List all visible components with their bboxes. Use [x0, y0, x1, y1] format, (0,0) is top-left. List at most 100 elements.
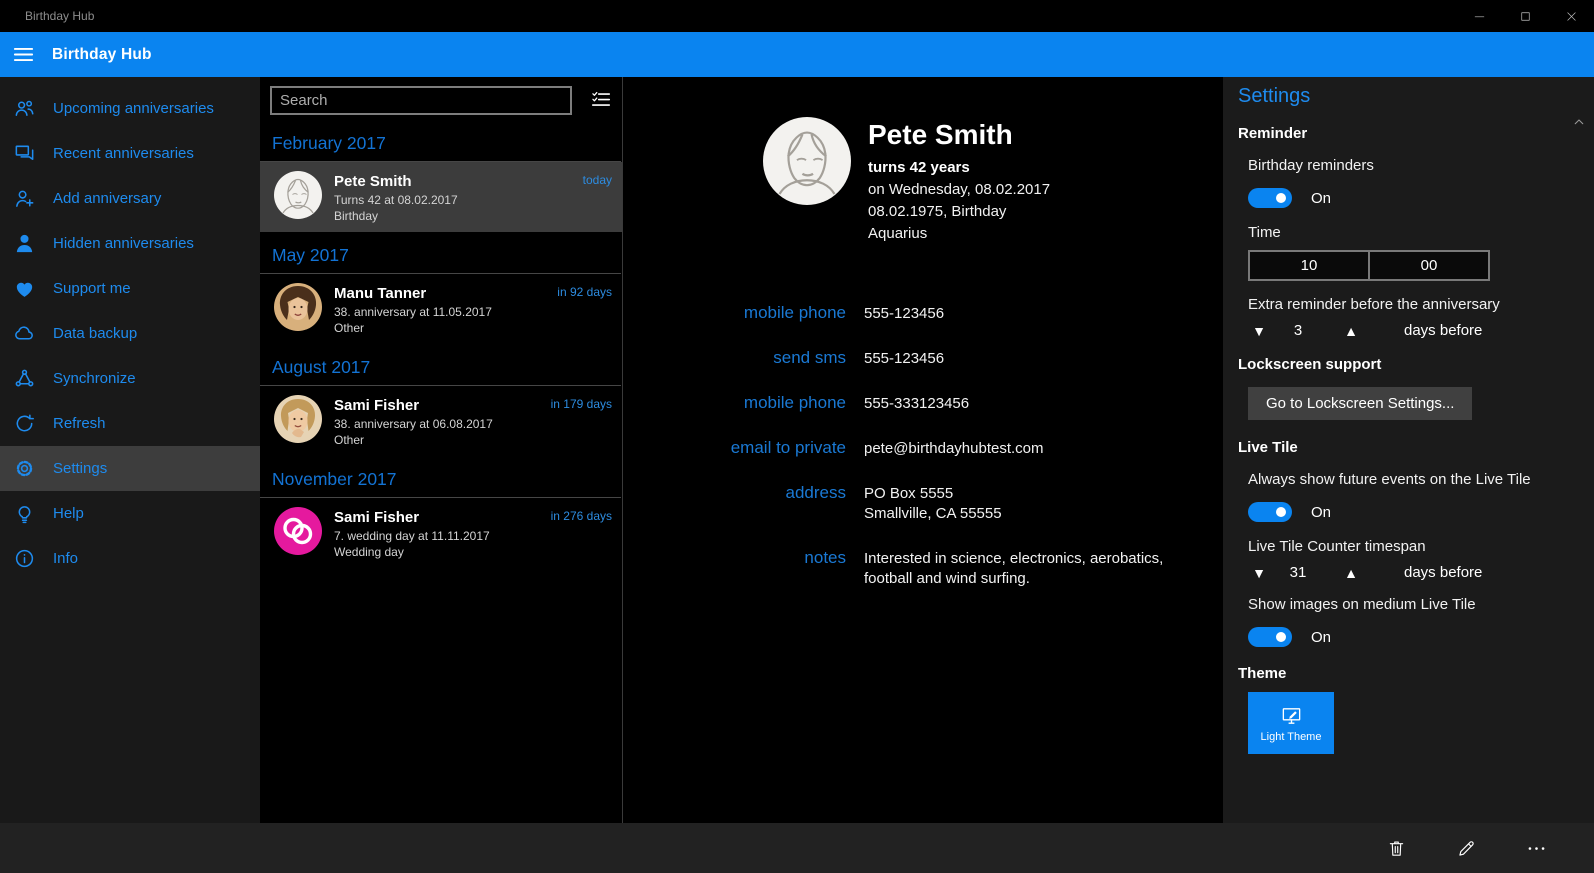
field-action-link[interactable]: email to private: [701, 437, 846, 459]
detail-field-row: mobile phone 555-123456: [701, 302, 1223, 324]
future-events-label: Always show future events on the Live Ti…: [1248, 471, 1531, 488]
extra-reminder-label: Extra reminder before the anniversary: [1248, 296, 1500, 313]
list-item-category: Other: [334, 433, 365, 447]
anniversary-list-item[interactable]: Sami Fisher 7. wedding day at 11.11.2017…: [260, 498, 622, 568]
field-action-link[interactable]: notes: [701, 547, 846, 589]
extra-reminder-value: 3: [1293, 322, 1303, 339]
show-images-label: Show images on medium Live Tile: [1248, 596, 1476, 613]
sidebar-item-label: Data backup: [53, 325, 138, 342]
search-input[interactable]: [270, 85, 572, 115]
sidebar-item-info[interactable]: Info: [0, 536, 260, 581]
detail-field-row: notes Interested in science, electronics…: [701, 547, 1223, 589]
lockscreen-settings-button[interactable]: Go to Lockscreen Settings...: [1248, 387, 1473, 420]
lockscreen-section-header: Lockscreen support: [1238, 356, 1382, 373]
scroll-up-chevron-icon[interactable]: [1572, 115, 1586, 129]
settings-title: Settings: [1238, 85, 1311, 107]
zodiac-line: Aquarius: [868, 225, 928, 242]
anniversary-list-item[interactable]: Manu Tanner 38. anniversary at 11.05.201…: [260, 274, 622, 344]
reminder-section-header: Reminder: [1238, 125, 1308, 142]
field-value: 555-123456: [864, 305, 945, 322]
month-group-header: February 2017: [260, 120, 621, 162]
list-item-avatar: [274, 395, 322, 443]
hamburger-menu-button[interactable]: [0, 32, 46, 77]
time-minute-cell[interactable]: 00: [1370, 252, 1488, 279]
window-title: Birthday Hub: [25, 9, 95, 23]
show-images-state: On: [1311, 628, 1332, 646]
field-action-link[interactable]: mobile phone: [701, 302, 846, 324]
list-item-subtitle: 38. anniversary at 06.08.2017: [334, 417, 493, 431]
field-value: Interested in science, electronics, aero…: [864, 550, 1164, 587]
sidebar-item-recent-anniversaries[interactable]: Recent anniversaries: [0, 131, 260, 176]
app-header: Birthday Hub: [0, 32, 1594, 77]
list-item-avatar: [274, 507, 322, 555]
detail-fields: mobile phone 555-123456 send sms 555-123…: [701, 302, 1223, 589]
show-images-toggle[interactable]: [1248, 627, 1292, 647]
anniversary-list-item[interactable]: Sami Fisher 38. anniversary at 06.08.201…: [260, 386, 622, 456]
chat-icon: [13, 142, 36, 165]
list-item-due-badge: in 276 days: [550, 509, 612, 523]
settings-panel: Settings Reminder Birthday reminders On …: [1223, 77, 1594, 823]
birthday-reminders-toggle[interactable]: [1248, 188, 1292, 208]
sidebar-item-label: Support me: [53, 280, 131, 297]
sidebar-item-synchronize[interactable]: Synchronize: [0, 356, 260, 401]
stepper-down-icon[interactable]: ▼: [1248, 565, 1270, 581]
cloud-icon: [13, 322, 36, 345]
sidebar-item-add-anniversary[interactable]: Add anniversary: [0, 176, 260, 221]
sidebar-item-settings[interactable]: Settings: [0, 446, 260, 491]
list-item-subtitle: 7. wedding day at 11.11.2017: [334, 529, 490, 543]
anniversary-list-panel: February 2017 Pete Smith Turns 42 at 08.…: [260, 77, 622, 823]
sidebar-item-upcoming-anniversaries[interactable]: Upcoming anniversaries: [0, 86, 260, 131]
month-label: August 2017: [272, 357, 371, 377]
light-theme-button[interactable]: Light Theme: [1248, 692, 1334, 754]
field-action-link[interactable]: mobile phone: [701, 392, 846, 414]
pencil-icon: [1456, 838, 1477, 859]
sidebar-item-label: Recent anniversaries: [53, 145, 194, 162]
list-item-subtitle: Turns 42 at 08.02.2017: [334, 193, 458, 207]
detail-header: Pete Smith turns 42 years on Wednesday, …: [763, 117, 1223, 242]
maximize-button[interactable]: [1502, 0, 1548, 32]
stepper-up-icon[interactable]: ▲: [1340, 323, 1362, 339]
list-item-category: Birthday: [334, 209, 379, 223]
person-add-icon: [13, 187, 36, 210]
sidebar-item-help[interactable]: Help: [0, 491, 260, 536]
detail-field-row: send sms 555-123456: [701, 347, 1223, 369]
list-item-category: Other: [334, 321, 365, 335]
future-events-toggle[interactable]: [1248, 502, 1292, 522]
extra-reminder-unit: days before: [1404, 322, 1483, 339]
field-action-link[interactable]: send sms: [701, 347, 846, 369]
sidebar-item-hidden-anniversaries[interactable]: Hidden anniversaries: [0, 221, 260, 266]
sidebar-item-refresh[interactable]: Refresh: [0, 401, 260, 446]
person-icon: [13, 232, 36, 255]
field-action-link[interactable]: address: [701, 482, 846, 524]
delete-button[interactable]: [1374, 826, 1418, 870]
people-icon: [13, 97, 36, 120]
close-button[interactable]: [1548, 0, 1594, 32]
time-hour-cell[interactable]: 10: [1250, 252, 1370, 279]
month-label: May 2017: [272, 245, 349, 265]
anniversary-list-item[interactable]: Pete Smith Turns 42 at 08.02.2017 Birthd…: [260, 162, 622, 232]
sync-icon: [13, 367, 36, 390]
contact-name: Pete Smith: [868, 119, 1013, 150]
minimize-button[interactable]: [1456, 0, 1502, 32]
sidebar-item-data-backup[interactable]: Data backup: [0, 311, 260, 356]
live-tile-section-header: Live Tile: [1238, 439, 1298, 456]
stepper-down-icon[interactable]: ▼: [1248, 323, 1270, 339]
sidebar-nav: Upcoming anniversaries Recent anniversar…: [0, 77, 260, 823]
list-item-avatar: [274, 171, 322, 219]
light-theme-label: Light Theme: [1260, 730, 1322, 743]
sidebar-item-label: Refresh: [53, 415, 106, 432]
command-bar: [0, 823, 1594, 873]
stepper-up-icon[interactable]: ▲: [1340, 565, 1362, 581]
edit-button[interactable]: [1444, 826, 1488, 870]
contact-avatar: [763, 117, 851, 205]
ellipsis-icon: [1526, 838, 1547, 859]
counter-timespan-unit: days before: [1404, 564, 1483, 581]
multiselect-icon[interactable]: [590, 89, 612, 111]
sidebar-item-label: Help: [53, 505, 84, 522]
window-controls: [1456, 0, 1594, 32]
sidebar-item-support-me[interactable]: Support me: [0, 266, 260, 311]
list-item-name: Pete Smith: [334, 173, 412, 190]
detail-field-row: address PO Box 5555 Smallville, CA 55555: [701, 482, 1223, 524]
more-button[interactable]: [1514, 826, 1558, 870]
time-label: Time: [1248, 224, 1281, 241]
